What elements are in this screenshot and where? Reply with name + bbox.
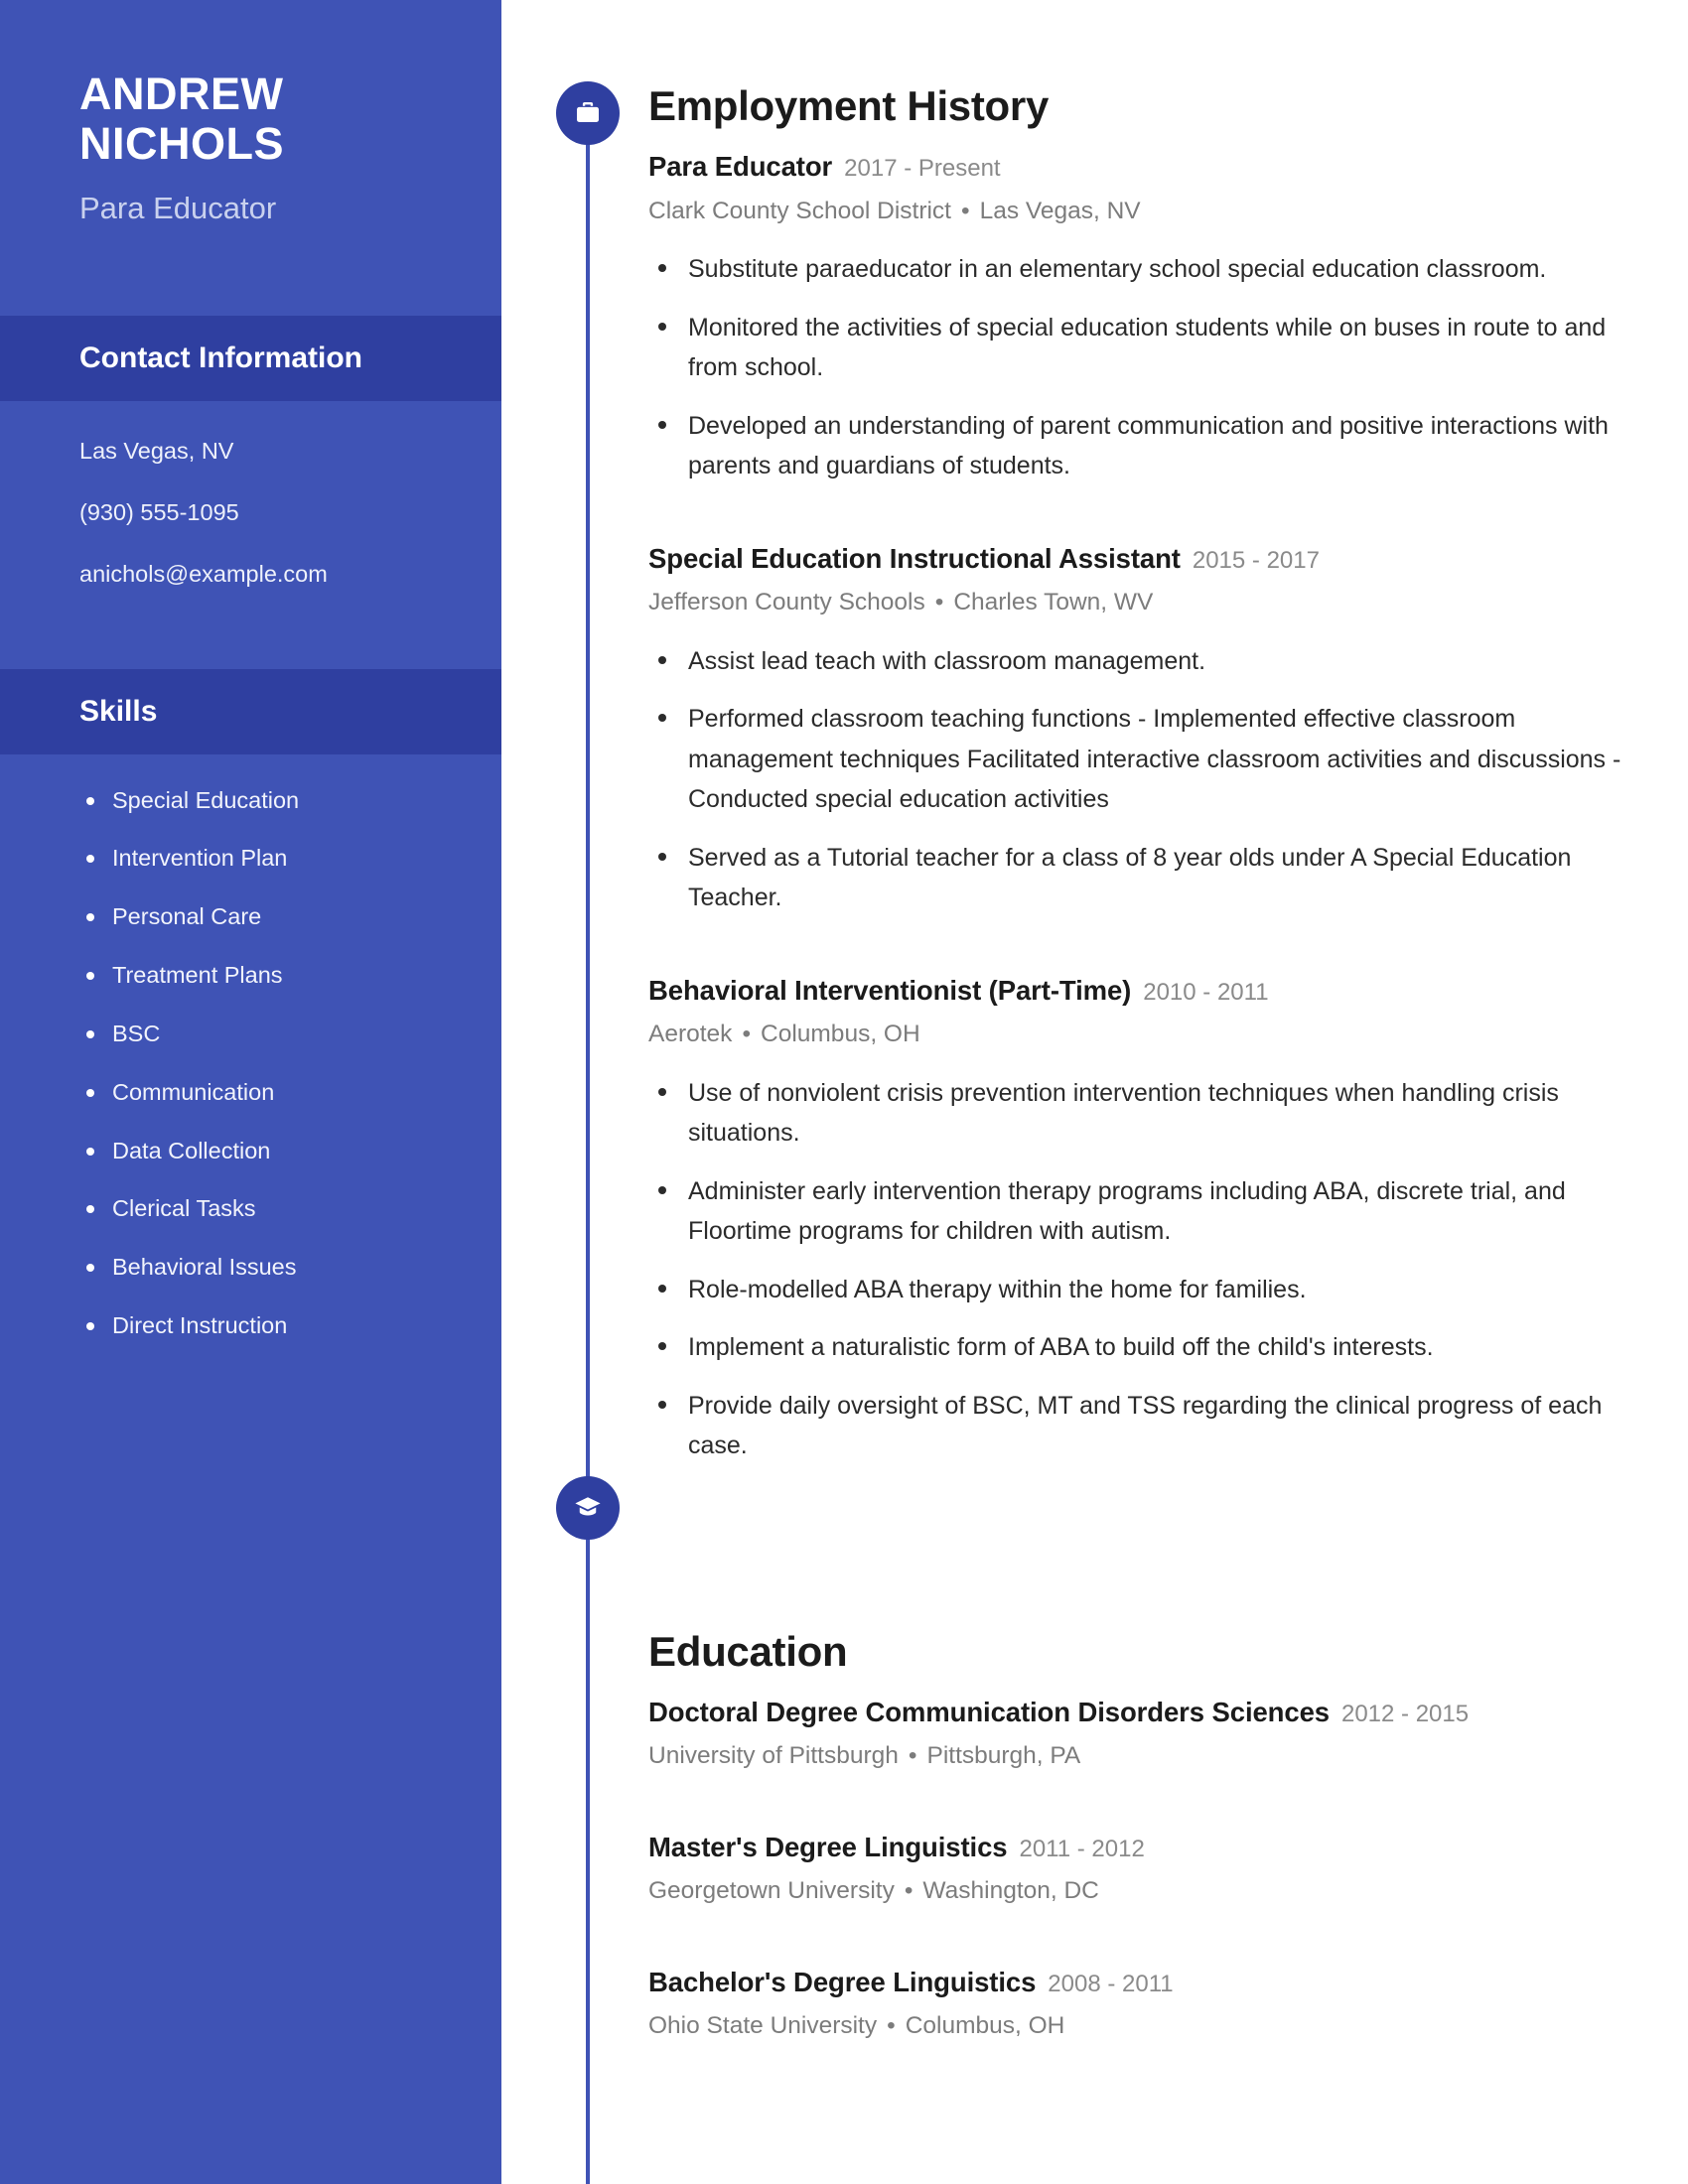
employment-entry-dates: 2017 - Present: [844, 155, 1001, 183]
graduation-cap-icon: [573, 1493, 603, 1523]
bullet-item: Use of nonviolent crisis prevention inte…: [648, 1073, 1641, 1154]
sidebar: ANDREW NICHOLS Para Educator Contact Inf…: [0, 0, 501, 2184]
employment-entry-title-row: Para Educator 2017 - Present: [648, 150, 1641, 184]
bullet-item: Implement a naturalistic form of ABA to …: [648, 1327, 1641, 1368]
contact-information-heading: Contact Information: [0, 315, 501, 401]
education-entry-school: University of Pittsburgh: [648, 1742, 899, 1770]
employment-entry-title-row: Behavioral Interventionist (Part-Time) 20…: [648, 974, 1641, 1008]
contact-location: Las Vegas, NV: [79, 437, 234, 464]
employment-entry-title-row: Special Education Instructional Assistan…: [648, 542, 1641, 576]
contact-phone: (930) 555-1095: [79, 498, 239, 525]
education-entry-title: Master's Degree Linguistics: [648, 1831, 1008, 1862]
employment-entry-meta: Aerotek • Columbus, OH: [648, 1020, 1641, 1050]
education-entry-title: Bachelor's Degree Linguistics: [648, 1966, 1037, 1997]
bullet-item: Administer early intervention therapy pr…: [648, 1171, 1641, 1252]
education-entry-school: Ohio State University: [648, 2012, 878, 2040]
education-entry: Doctoral Degree Communication Disorders …: [648, 1696, 1641, 1772]
employment-entry: Special Education Instructional Assistan…: [648, 542, 1641, 918]
education-entry-title: Doctoral Degree Communication Disorders …: [648, 1696, 1330, 1727]
candidate-header: ANDREW NICHOLS Para Educator: [0, 0, 501, 226]
meta-separator: •: [934, 589, 944, 616]
education-heading: Education: [648, 1627, 848, 1675]
resume-page: ANDREW NICHOLS Para Educator Contact Inf…: [0, 0, 1688, 2184]
skill-item: Clerical Tasks: [79, 1196, 501, 1222]
education-entry-meta: Georgetown University • Washington, DC: [648, 1876, 1641, 1907]
employment-entry-meta: Jefferson County Schools • Charles Town, W…: [648, 588, 1641, 618]
employment-entry-location: Las Vegas, NV: [979, 197, 1141, 224]
bullet-item: Provide daily oversight of BSC, MT and T…: [648, 1386, 1641, 1466]
meta-separator: •: [887, 2012, 896, 2040]
bullet-item: Assist lead teach with classroom managem…: [648, 641, 1641, 682]
education-entry: Master's Degree Linguistics 2011 - 2012 G…: [648, 1831, 1641, 1907]
employment-entry-employer: Jefferson County Schools: [648, 589, 925, 616]
employment-entry-bullets: Substitute paraeducator in an elementary…: [648, 249, 1641, 486]
meta-separator: •: [904, 1877, 914, 1905]
meta-separator: •: [908, 1742, 917, 1770]
employment-entry-bullets: Assist lead teach with classroom managem…: [648, 641, 1641, 918]
main-content: Employment History Para Educator 2017 - P…: [501, 0, 1688, 2184]
employment-entry-meta: Clark County School District • Las Vegas, …: [648, 197, 1641, 227]
employment-entry-title: Behavioral Interventionist (Part-Time): [648, 974, 1132, 1006]
skills-list: Special Education Intervention Plan Pers…: [0, 754, 501, 1339]
candidate-first-name: ANDREW: [79, 68, 284, 119]
bullet-item: Performed classroom teaching functions -…: [648, 699, 1641, 820]
skill-item: BSC: [79, 1021, 501, 1047]
timeline-content: Employment History Para Educator 2017 - P…: [648, 0, 1641, 2042]
employment-timeline-node: [556, 81, 620, 145]
education-entry-title-row: Master's Degree Linguistics 2011 - 2012: [648, 1831, 1641, 1864]
meta-separator: •: [742, 1021, 752, 1048]
skills-heading: Skills: [0, 668, 501, 754]
employment-entry-employer: Aerotek: [648, 1021, 733, 1048]
timeline-line-employment: [586, 99, 590, 1484]
timeline-line-education: [586, 1484, 590, 2184]
education-entry-title-row: Doctoral Degree Communication Disorders …: [648, 1696, 1641, 1729]
briefcase-icon: [573, 98, 603, 128]
skill-item: Communication: [79, 1079, 501, 1106]
skill-item: Data Collection: [79, 1138, 501, 1164]
education-entry-location: Washington, DC: [922, 1877, 1099, 1905]
candidate-last-name: NICHOLS: [79, 118, 284, 170]
bullet-item: Developed an understanding of parent com…: [648, 406, 1641, 486]
education-entry-meta: University of Pittsburgh • Pittsburgh, PA: [648, 1741, 1641, 1772]
education-entry-school: Georgetown University: [648, 1877, 895, 1905]
employment-entry-title: Special Education Instructional Assistan…: [648, 542, 1181, 574]
employment-entry-title: Para Educator: [648, 151, 833, 183]
education-entry-dates: 2012 - 2015: [1340, 1700, 1470, 1727]
education-entry-dates: 2011 - 2012: [1019, 1835, 1145, 1862]
education-timeline-node: [556, 1476, 620, 1540]
contact-information-list: Las Vegas, NV (930) 555-1095 anichols@ex…: [0, 401, 501, 621]
skill-item: Treatment Plans: [79, 962, 501, 989]
employment-entry: Behavioral Interventionist (Part-Time) 20…: [648, 974, 1641, 1466]
education-entry-location: Pittsburgh, PA: [926, 1742, 1081, 1770]
education-entry-dates: 2008 - 2011: [1048, 1970, 1174, 1997]
employment-entry-location: Charles Town, WV: [953, 589, 1154, 616]
employment-entry-dates: 2010 - 2011: [1143, 978, 1269, 1006]
candidate-job-title: Para Educator: [79, 190, 277, 225]
skill-item: Personal Care: [79, 903, 501, 930]
education-entry-title-row: Bachelor's Degree Linguistics 2008 - 2011: [648, 1966, 1641, 1999]
employment-entry-location: Columbus, OH: [761, 1021, 920, 1048]
skill-item: Intervention Plan: [79, 845, 501, 872]
employment-entry-employer: Clark County School District: [648, 197, 951, 224]
contact-email: anichols@example.com: [79, 560, 328, 587]
bullet-item: Role-modelled ABA therapy within the hom…: [648, 1270, 1641, 1310]
meta-separator: •: [960, 197, 970, 224]
bullet-item: Served as a Tutorial teacher for a class…: [648, 838, 1641, 918]
employment-entry-dates: 2015 - 2017: [1192, 546, 1320, 574]
skill-item: Special Education: [79, 787, 501, 814]
bullet-item: Substitute paraeducator in an elementary…: [648, 249, 1641, 290]
skill-item: Direct Instruction: [79, 1312, 501, 1339]
employment-entry-bullets: Use of nonviolent crisis prevention inte…: [648, 1073, 1641, 1466]
employment-history-heading: Employment History: [648, 82, 1050, 129]
skill-item: Behavioral Issues: [79, 1254, 501, 1281]
employment-entry: Para Educator 2017 - Present Clark County…: [648, 150, 1641, 486]
education-entry-meta: Ohio State University • Columbus, OH: [648, 2011, 1641, 2042]
bullet-item: Monitored the activities of special educ…: [648, 308, 1641, 388]
education-entry: Bachelor's Degree Linguistics 2008 - 2011…: [648, 1966, 1641, 2042]
education-entry-location: Columbus, OH: [905, 2012, 1065, 2040]
